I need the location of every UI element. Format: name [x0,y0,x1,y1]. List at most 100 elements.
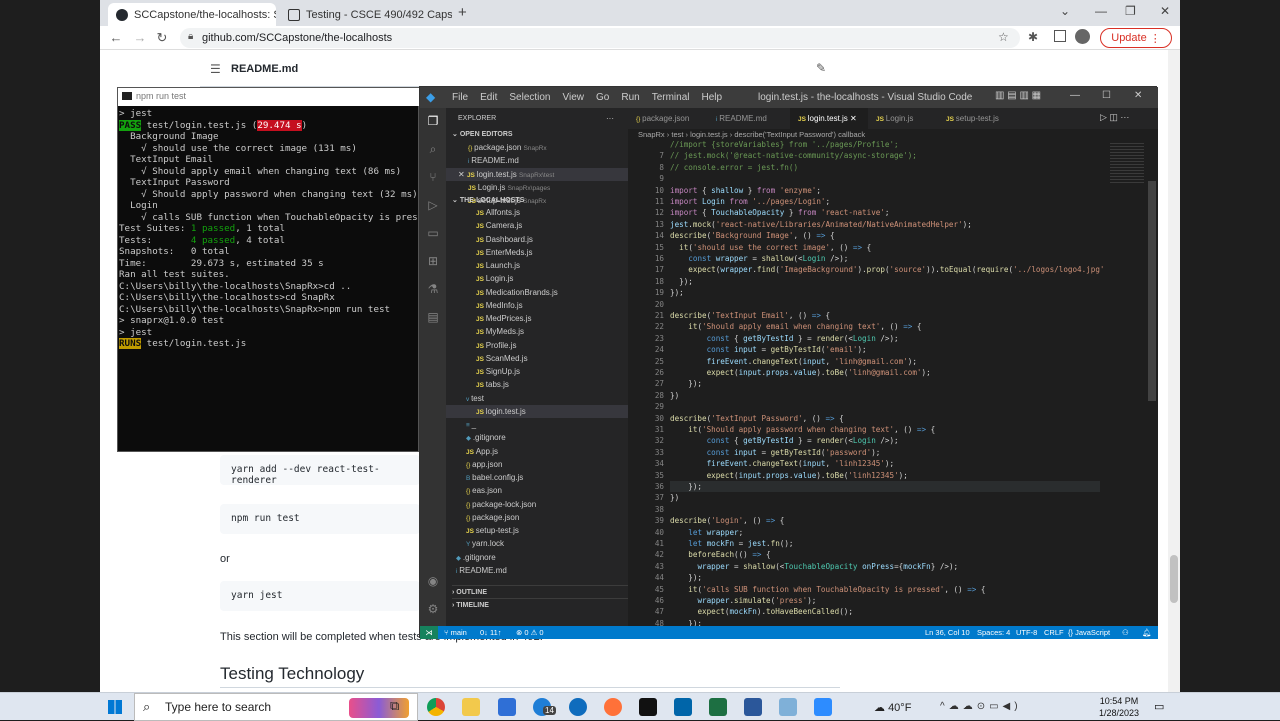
address-bar[interactable]: 🔒︎ github.com/SCCapstone/the-localhosts [180,28,1020,48]
close-icon[interactable]: ✕ [1134,90,1142,101]
extensions-icon[interactable]: ✱ [1028,30,1038,44]
file-tree-item[interactable]: JS ScanMed.js [446,352,628,365]
file-tree-item[interactable]: JS EnterMeds.js [446,246,628,259]
reload-icon[interactable]: ↻ [154,30,170,46]
file-tree-item[interactable]: JS Allfonts.js [446,206,628,219]
edge-icon[interactable]: 14 [533,698,556,716]
files-icon[interactable]: ❐ [425,114,441,130]
edit-icon[interactable]: ✎ [816,61,826,75]
editor-tab[interactable]: i README.md [708,108,790,129]
file-tree-item[interactable]: JS App.js [446,445,628,458]
editor-scrollbar[interactable] [1148,181,1156,401]
browser-tab-testing[interactable]: Testing - CSCE 490/492 Capstone ✕ [280,3,452,26]
file-tree-item[interactable]: JS Login.js [446,272,628,285]
notification-icon[interactable]: ▭ [1154,700,1164,713]
gear-icon[interactable]: ⚙ [425,602,441,618]
open-editor-item[interactable]: i README.md [446,154,628,167]
eol[interactable]: CRLF [1044,626,1064,639]
close-icon[interactable]: ✕ [458,170,467,179]
file-tree-item[interactable]: JS Launch.js [446,259,628,272]
windows-start-icon[interactable] [108,700,122,714]
minimize-icon[interactable]: — [1095,4,1107,18]
task-view-icon[interactable]: ⧉ [390,698,408,716]
menu-item[interactable]: File [452,92,468,103]
file-tree-item[interactable]: JS Camera.js [446,219,628,232]
forward-icon[interactable]: → [132,30,148,45]
clipboard-icon[interactable]: ▤ [425,310,441,326]
file-tree-item[interactable]: JS Profile.js [446,339,628,352]
weather-widget[interactable]: ☁ 40°F [874,701,911,714]
source-control-icon[interactable]: ⑂ [425,170,441,186]
file-tree-item[interactable]: JS MyMeds.js [446,325,628,338]
account-icon[interactable]: ◉ [425,574,441,590]
file-tree-item[interactable]: JS MedInfo.js [446,299,628,312]
store-icon[interactable] [498,698,516,716]
file-tree-item[interactable]: ◆ .gitignore [446,431,628,444]
cursor-position[interactable]: Ln 36, Col 10 [925,626,970,639]
extensions-icon[interactable]: ⊞ [425,254,441,270]
page-scrollbar[interactable] [1168,50,1180,692]
file-tree-item[interactable]: Y yarn.lock [446,537,628,550]
indentation[interactable]: Spaces: 4 [977,626,1010,639]
open-editor-item[interactable]: ✕ JS login.test.js SnapRx\test [446,167,628,181]
file-tree-item[interactable]: JS SignUp.js [446,365,628,378]
file-tree-item[interactable]: {} package-lock.json [446,498,628,511]
search-icon[interactable]: ⌕ [425,142,441,158]
file-tree-item[interactable]: JS Dashboard.js [446,233,628,246]
layout-icon[interactable]: ▥ ▤ ▥ ▦ [995,90,1041,101]
zoom-icon[interactable] [814,698,832,716]
breadcrumb-item[interactable]: login.test.js [690,130,728,139]
restore-icon[interactable]: ❐ [1125,4,1136,18]
system-tray-icons[interactable]: ^☁☁⊙▭◀) [940,701,1022,712]
close-window-icon[interactable]: ✕ [1160,4,1170,18]
chevron-down-icon[interactable]: ⌄ [1060,4,1070,18]
maximize-icon[interactable]: ☐ [1102,90,1111,101]
breadcrumb-item[interactable]: test [671,130,683,139]
file-tree-item[interactable]: {} eas.json [446,484,628,497]
excel-icon[interactable] [709,698,727,716]
update-button[interactable]: Update ⋮ [1100,28,1172,48]
timeline-header[interactable]: › TIMELINE [452,598,628,611]
problems-indicator[interactable]: ⊗ 0 ⚠ 0 [516,626,544,639]
editor-tab[interactable]: {} package.json [628,108,708,129]
breadcrumb-item[interactable]: SnapRx [638,130,665,139]
outline-header[interactable]: › OUTLINE [452,585,628,598]
editor-tab[interactable]: JS setup-test.js [938,108,1018,129]
language-mode[interactable]: {} JavaScript [1068,626,1110,639]
branch-indicator[interactable]: ⑂ main [444,626,467,639]
terminal-window[interactable]: npm run test > jest PASS test/login.test.… [117,87,420,452]
file-tree-item[interactable]: ◆ .gitignore [446,551,628,564]
file-tree-item[interactable]: v test [446,392,628,405]
edge-dev-icon[interactable] [569,698,587,716]
menu-item[interactable]: Go [596,92,609,103]
open-editor-item[interactable]: JS Login.js SnapRx\pages [446,181,628,194]
file-tree-item[interactable]: JS MedPrices.js [446,312,628,325]
new-tab-icon[interactable]: + [458,4,467,21]
bell-icon[interactable]: 🔔︎ [1142,626,1152,639]
file-tree-item[interactable]: JS tabs.js [446,378,628,391]
menu-item[interactable]: Edit [480,92,497,103]
more-icon[interactable]: ··· [606,112,614,125]
menu-item[interactable]: Terminal [652,92,690,103]
scrollbar-thumb[interactable] [1170,555,1178,603]
back-icon[interactable]: ← [108,30,124,45]
file-explorer-icon[interactable] [462,698,480,716]
chrome-icon[interactable] [427,698,445,716]
sidepanel-icon[interactable] [1054,30,1066,42]
run-debug-icon[interactable]: ▷ [425,198,441,214]
minimize-icon[interactable]: — [1070,90,1080,101]
file-tree-item[interactable]: B babel.config.js [446,471,628,484]
taskbar-search[interactable]: ⌕ Type here to search [134,693,418,721]
star-icon[interactable]: ☆ [998,30,1009,44]
minimap[interactable] [1108,141,1158,626]
avatar[interactable] [1075,29,1090,44]
open-editor-item[interactable]: {} package.json SnapRx [446,141,628,154]
testing-icon[interactable]: ⚗ [425,282,441,298]
menu-item[interactable]: Run [621,92,639,103]
vscode-icon[interactable] [674,698,692,716]
firefox-icon[interactable] [604,698,622,716]
terminal-icon[interactable] [639,698,657,716]
menu-item[interactable]: View [563,92,585,103]
file-tree-item[interactable]: JS MedicationBrands.js [446,286,628,299]
remote-indicator-icon[interactable]: ⋊ [420,626,438,639]
